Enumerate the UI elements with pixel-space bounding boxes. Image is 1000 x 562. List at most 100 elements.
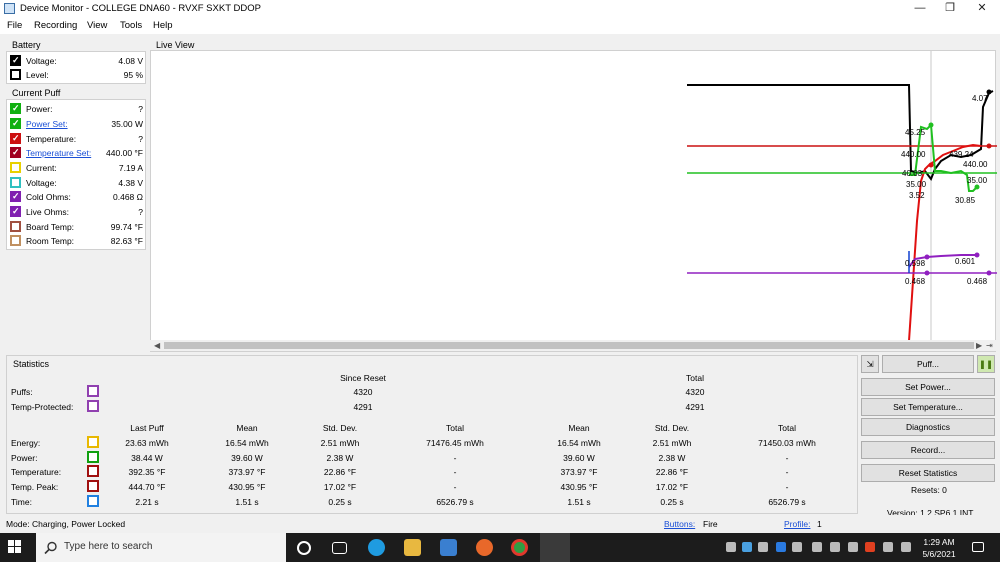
set-temperature-button[interactable]: Set Temperature...	[861, 398, 995, 416]
bluetooth-icon[interactable]	[776, 542, 786, 552]
temperature-swatch[interactable]	[87, 465, 99, 477]
temperature-set-link[interactable]: Temperature Set:	[26, 148, 91, 158]
room-temp-checkbox[interactable]	[10, 235, 21, 246]
reset-statistics-button[interactable]: Reset Statistics	[861, 464, 995, 482]
lv-label-0-468-b: 0.468	[967, 277, 988, 286]
store-icon[interactable]	[440, 539, 457, 556]
lv-label-45-25: 45.25	[905, 128, 926, 137]
battery-level-checkbox[interactable]	[10, 69, 21, 80]
pin-button[interactable]: ⇲	[861, 355, 879, 373]
table-cell: 22.86 °F	[323, 467, 357, 477]
temperature-value: ?	[138, 134, 143, 144]
live-ohms-checkbox[interactable]: ✓	[10, 206, 21, 217]
buttons-link[interactable]: Buttons:	[664, 519, 695, 529]
puff-row-current: Current: 7.19 A	[7, 161, 147, 175]
time-swatch[interactable]	[87, 495, 99, 507]
table-cell: 23.63 mWh	[125, 438, 169, 448]
lv-label-35-00-a: 35.00	[906, 180, 927, 189]
close-button[interactable]: ✕	[966, 0, 998, 18]
volume-icon[interactable]	[883, 542, 893, 552]
cold-ohms-checkbox[interactable]: ✓	[10, 191, 21, 202]
diagnostics-button[interactable]: Diagnostics	[861, 418, 995, 436]
task-view-icon[interactable]	[332, 542, 347, 554]
tray-icon[interactable]	[726, 542, 736, 552]
voltage-checkbox[interactable]	[10, 177, 21, 188]
table-cell: 430.95 °F	[560, 482, 598, 492]
notifications-icon[interactable]	[972, 542, 984, 552]
table-cell: 71476.45 mWh	[426, 438, 484, 448]
menu-tools[interactable]: Tools	[120, 20, 142, 31]
live-view-graph[interactable]: 4.07 45.25 440.00 439.24 440.00 40.63 35…	[150, 50, 997, 352]
set-power-button[interactable]: Set Power...	[861, 378, 995, 396]
lv-label-4-07: 4.07	[972, 94, 988, 103]
firefox-icon[interactable]	[476, 539, 493, 556]
table-cell: 392.35 °F	[128, 467, 166, 477]
windows-start-icon[interactable]	[8, 540, 22, 554]
live-view-scrollbar[interactable]: ◀ ▶ ⇥	[150, 340, 996, 351]
search-icon	[44, 541, 57, 555]
energy-swatch[interactable]	[87, 436, 99, 448]
chrome-icon[interactable]	[511, 539, 528, 556]
cortana-icon[interactable]	[297, 541, 311, 555]
battery-tray-icon[interactable]	[848, 542, 858, 552]
lv-label-0-598: 0.598	[905, 259, 926, 268]
pin-icon: ⇲	[866, 359, 874, 369]
minimize-button[interactable]: —	[904, 0, 936, 18]
table-cell: 39.60 W	[231, 453, 263, 463]
tray-icon[interactable]	[830, 542, 840, 552]
power-set-checkbox[interactable]: ✓	[10, 118, 21, 129]
maximize-button[interactable]: ❐	[934, 0, 966, 18]
battery-row-level: Level: 95 %	[7, 68, 147, 82]
table-cell: -	[785, 482, 789, 492]
file-explorer-icon[interactable]	[404, 539, 421, 556]
temperature-set-point	[986, 143, 992, 149]
col-last-puff: Last Puff	[130, 423, 164, 433]
puff-row-cold-ohms: ✓ Cold Ohms: 0.468 Ω	[7, 190, 147, 204]
battery-voltage-checkbox[interactable]: ✓	[10, 55, 21, 66]
pause-icon: ❚❚	[978, 359, 994, 369]
scroll-right-icon[interactable]: ▶	[976, 340, 982, 351]
scroll-end-icon[interactable]: ⇥	[986, 340, 993, 351]
taskbar-clock[interactable]: 1:29 AM 5/6/2021	[916, 536, 962, 560]
profile-link[interactable]: Profile:	[784, 519, 810, 529]
tray-icon[interactable]	[865, 542, 875, 552]
menu-view[interactable]: View	[87, 20, 107, 31]
table-cell: 39.60 W	[563, 453, 595, 463]
menu-recording[interactable]: Recording	[34, 20, 77, 31]
edge-icon[interactable]	[368, 539, 385, 556]
scroll-thumb[interactable]	[164, 342, 974, 349]
power-checkbox[interactable]: ✓	[10, 103, 21, 114]
puff-button[interactable]: Puff...	[882, 355, 974, 373]
puffs-swatch[interactable]	[87, 385, 99, 397]
record-button[interactable]: Record...	[861, 441, 995, 459]
tray-icon[interactable]	[792, 542, 802, 552]
table-cell: 373.97 °F	[560, 467, 598, 477]
tray-icon[interactable]	[742, 542, 752, 552]
current-checkbox[interactable]	[10, 162, 21, 173]
lv-label-35-00-b: 35.00	[967, 176, 988, 185]
taskbar-search-placeholder: Type here to search	[64, 541, 153, 552]
power-set-link[interactable]: Power Set:	[26, 119, 68, 129]
clock-date: 5/6/2021	[922, 549, 956, 559]
device-monitor-taskbar-icon[interactable]	[540, 533, 570, 562]
table-cell: -	[453, 453, 457, 463]
tray-icon[interactable]	[758, 542, 768, 552]
table-cell: 6526.79 s	[768, 497, 806, 507]
menu-file[interactable]: File	[7, 20, 22, 31]
scroll-left-icon[interactable]: ◀	[154, 340, 160, 351]
power-swatch[interactable]	[87, 451, 99, 463]
network-icon[interactable]	[901, 542, 911, 552]
table-cell: -	[453, 482, 457, 492]
temperature-checkbox[interactable]: ✓	[10, 133, 21, 144]
temp-peak-swatch[interactable]	[87, 480, 99, 492]
puffs-total: 4320	[685, 387, 705, 397]
statistics-title: Statistics	[13, 359, 50, 369]
puffs-since-reset: 4320	[353, 387, 373, 397]
menu-help[interactable]: Help	[153, 20, 173, 31]
temp-protected-swatch[interactable]	[87, 400, 99, 412]
taskbar-search-box[interactable]: Type here to search	[36, 533, 286, 562]
temperature-set-checkbox[interactable]: ✓	[10, 147, 21, 158]
board-temp-checkbox[interactable]	[10, 221, 21, 232]
pause-button[interactable]: ❚❚	[977, 355, 995, 373]
tray-icon[interactable]	[812, 542, 822, 552]
